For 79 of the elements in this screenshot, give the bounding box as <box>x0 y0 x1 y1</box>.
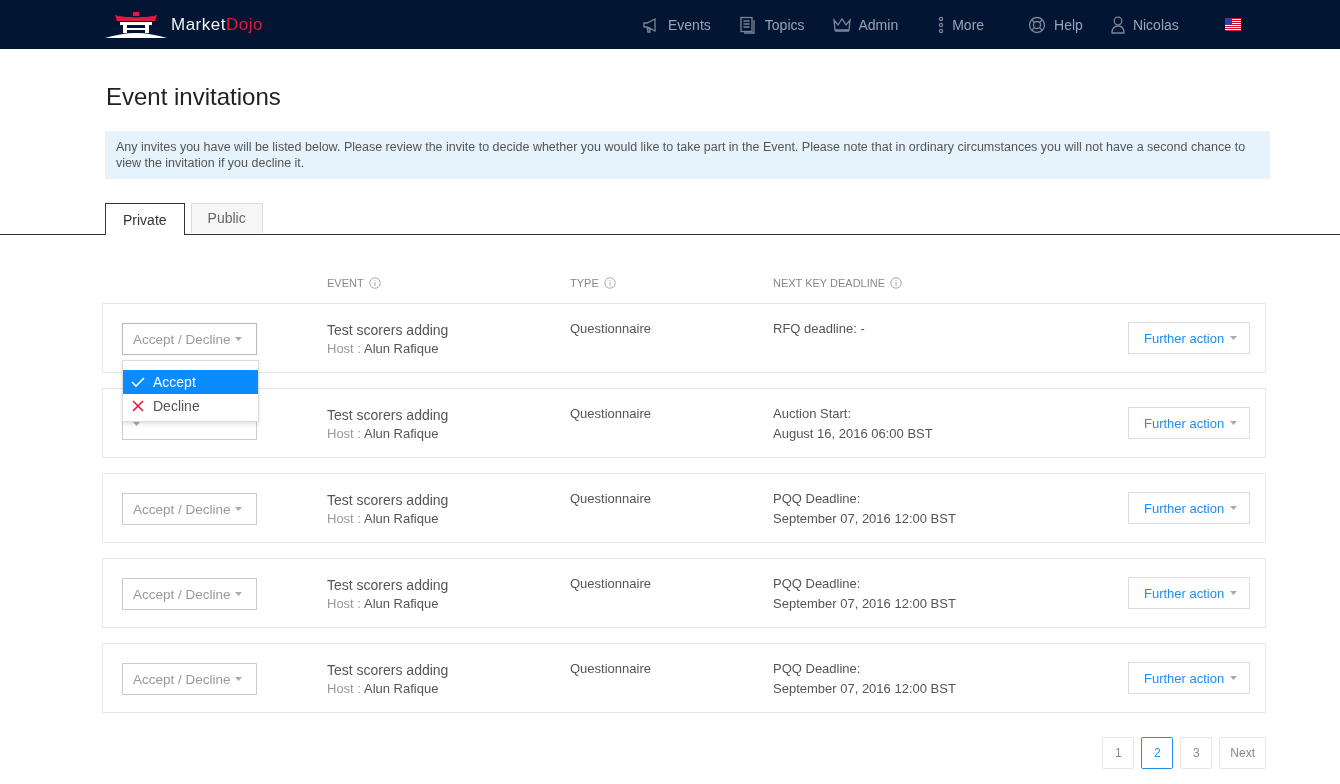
cross-icon <box>131 400 145 412</box>
nav-link[interactable]: Help <box>1028 15 1083 34</box>
caret-icon <box>1230 336 1237 340</box>
event-name: Test scorers adding <box>327 407 450 423</box>
accept-decline-dropdown[interactable]: Accept / Decline <box>122 323 257 355</box>
page-title: Event invitations <box>106 83 282 111</box>
caret-icon <box>1230 591 1237 595</box>
event-name: Test scorers adding <box>327 322 450 338</box>
nav-link[interactable]: More <box>938 15 985 34</box>
caret-icon <box>235 677 242 681</box>
host-name: Alun Rafique <box>363 596 439 611</box>
host-label: Host : <box>327 681 361 696</box>
tab[interactable]: Public <box>190 203 263 233</box>
brand-name[interactable]: MarketDojo <box>171 14 263 35</box>
host-label: Host : <box>327 511 361 526</box>
host-label: Host : <box>327 341 361 356</box>
nav-link[interactable]: Topics <box>738 15 805 34</box>
event-name: Test scorers adding <box>327 492 450 508</box>
info-icon <box>890 277 903 289</box>
caret-icon <box>1230 676 1237 680</box>
event-type: Questionnaire <box>570 320 652 338</box>
further-action-dropdown[interactable]: Further action <box>1128 322 1250 354</box>
deadline-text: PQQ Deadline: <box>773 490 862 508</box>
column-header: NEXT KEY DEADLINE <box>773 277 886 289</box>
deadline-text: September 07, 2016 12:00 BST <box>773 510 957 528</box>
caret-icon <box>1230 506 1237 510</box>
event-type: Questionnaire <box>570 660 652 678</box>
column-header: TYPE <box>570 277 599 289</box>
caret-icon <box>235 337 242 341</box>
page-button[interactable]: 3 <box>1180 737 1213 769</box>
deadline-text: August 16, 2016 06:00 BST <box>773 425 934 443</box>
further-action-dropdown[interactable]: Further action <box>1128 492 1250 524</box>
deadline-text: RFQ deadline: - <box>773 320 866 338</box>
deadline-text: PQQ Deadline: <box>773 660 862 678</box>
page-button[interactable]: 1 <box>1102 737 1135 769</box>
deadline-text: PQQ Deadline: <box>773 575 862 593</box>
host-name: Alun Rafique <box>363 341 439 356</box>
menu-option[interactable]: Decline <box>123 394 258 418</box>
user-icon <box>1110 15 1125 34</box>
menu-option[interactable]: Accept <box>123 370 258 394</box>
column-header: EVENT <box>327 277 364 289</box>
event-name: Test scorers adding <box>327 662 450 678</box>
page-button[interactable]: Next <box>1219 737 1266 769</box>
event-type: Questionnaire <box>570 405 652 423</box>
further-action-dropdown[interactable]: Further action <box>1128 577 1250 609</box>
host-label: Host : <box>327 426 361 441</box>
further-action-dropdown[interactable]: Further action <box>1128 407 1250 439</box>
caret-icon <box>235 507 242 511</box>
accept-decline-dropdown[interactable]: Accept / Decline <box>122 493 257 525</box>
help-icon <box>1028 15 1047 34</box>
host-name: Alun Rafique <box>363 511 439 526</box>
deadline-text: September 07, 2016 12:00 BST <box>773 595 957 613</box>
host-label: Host : <box>327 596 361 611</box>
accept-decline-dropdown[interactable]: Accept / Decline <box>122 663 257 695</box>
nav-link[interactable]: Admin <box>832 16 899 33</box>
info-icon <box>603 277 616 289</box>
document-icon <box>738 15 757 34</box>
deadline-text: Auction Start: <box>773 405 853 423</box>
event-type: Questionnaire <box>570 575 652 593</box>
logo-icon <box>105 11 167 38</box>
nav-link[interactable]: Events <box>642 15 711 34</box>
flag-icon[interactable] <box>1224 18 1241 31</box>
host-name: Alun Rafique <box>363 426 439 441</box>
info-notice: Any invites you have will be listed below. Please review the invite to decide whether you would like to take part in the Event. Please note that in ordinary circumstances you will not have a second chance to view the invitation if you decline it. <box>105 131 1270 179</box>
accept-decline-dropdown[interactable]: Accept / Decline <box>122 578 257 610</box>
info-icon <box>368 277 381 289</box>
event-name: Test scorers adding <box>327 577 450 593</box>
nav-link[interactable]: Nicolas <box>1110 15 1179 34</box>
caret-icon <box>1230 421 1237 425</box>
crown-icon <box>832 16 851 33</box>
tab[interactable]: Private <box>105 203 185 235</box>
host-name: Alun Rafique <box>363 681 439 696</box>
caret-icon <box>235 592 242 596</box>
further-action-dropdown[interactable]: Further action <box>1128 662 1250 694</box>
event-type: Questionnaire <box>570 490 652 508</box>
page-button[interactable]: 2 <box>1141 737 1174 769</box>
vertical-dots-icon <box>938 15 945 34</box>
check-icon <box>131 376 145 388</box>
deadline-text: September 07, 2016 12:00 BST <box>773 680 957 698</box>
